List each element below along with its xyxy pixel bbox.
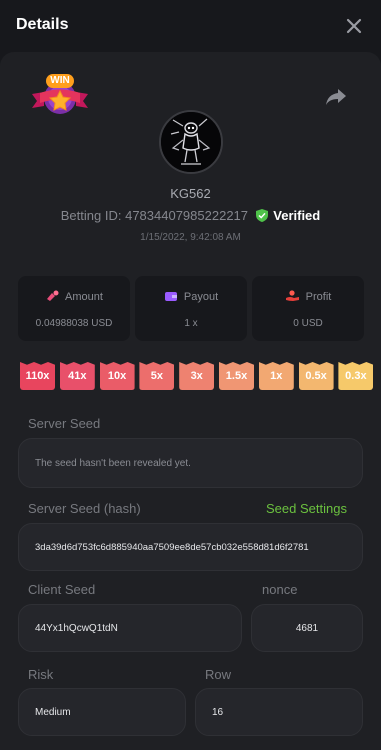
- nonce-label: nonce: [262, 582, 298, 597]
- stat-amount: Amount 0.04988038 USD: [18, 276, 130, 341]
- client-seed-field[interactable]: 44Yx1hQcwQ1tdN: [18, 604, 242, 652]
- server-seed-label: Server Seed: [28, 416, 101, 431]
- server-seed-field[interactable]: The seed hasn't been revealed yet.: [18, 438, 363, 488]
- multiplier-chip: 0.3x: [338, 362, 374, 390]
- verified-check-icon: [255, 209, 268, 225]
- stat-profit-value: 0 USD: [293, 318, 323, 329]
- stat-payout-value: 1 x: [184, 318, 198, 329]
- header: Details: [0, 0, 381, 52]
- win-badge-text: WIN: [50, 75, 70, 86]
- username: KG562: [170, 186, 211, 201]
- wallet-icon: [164, 292, 177, 301]
- page-title: Details: [16, 16, 69, 33]
- server-seed-hash-field[interactable]: 3da39d6d753fc6d885940aa7509ee8de57cb032e…: [18, 523, 363, 571]
- client-seed-label: Client Seed: [28, 582, 96, 597]
- hand-coins-icon: [285, 290, 299, 301]
- seed-settings-link[interactable]: Seed Settings: [266, 501, 347, 516]
- stat-payout-label: Payout: [183, 291, 219, 303]
- avatar: [159, 110, 223, 174]
- stat-profit-label: Profit: [305, 291, 332, 303]
- betting-id-value: 47834407985222217: [125, 208, 249, 223]
- nonce-field[interactable]: 4681: [251, 604, 363, 652]
- betting-id-row: Betting ID: 47834407985222217 Verified: [0, 208, 381, 225]
- win-badge-icon: WIN: [28, 72, 92, 120]
- row-label: Row: [205, 667, 232, 682]
- row-field[interactable]: 16: [195, 688, 363, 736]
- close-icon[interactable]: [341, 13, 367, 39]
- stat-payout: Payout 1 x: [135, 276, 247, 341]
- verified-label: Verified: [273, 208, 321, 223]
- multiplier-chip: 1.5x: [219, 362, 254, 390]
- multiplier-chip: 5x: [139, 362, 175, 390]
- risk-label: Risk: [28, 667, 54, 682]
- multiplier-row: 110x 41x 10x 5x 3x 1.5x 1x 0.5x 0.3x: [0, 362, 381, 390]
- stat-profit: Profit 0 USD: [252, 276, 364, 341]
- multiplier-chip: 41x: [59, 362, 95, 390]
- server-seed-hash-label: Server Seed (hash): [28, 501, 141, 516]
- bet-timestamp: 1/15/2022, 9:42:08 AM: [140, 232, 241, 243]
- multiplier-chip: 110x: [20, 362, 55, 390]
- betting-id-label: Betting ID:: [60, 208, 122, 223]
- share-icon[interactable]: [324, 86, 348, 108]
- coins-icon: [47, 290, 59, 301]
- risk-field[interactable]: Medium: [18, 688, 186, 736]
- multiplier-chip: 3x: [179, 362, 215, 390]
- stat-amount-value: 0.04988038 USD: [35, 318, 113, 329]
- stat-amount-label: Amount: [65, 291, 103, 303]
- multiplier-chip: 10x: [99, 362, 135, 390]
- multiplier-chip: 1x: [258, 362, 294, 390]
- multiplier-chip: 0.5x: [298, 362, 334, 390]
